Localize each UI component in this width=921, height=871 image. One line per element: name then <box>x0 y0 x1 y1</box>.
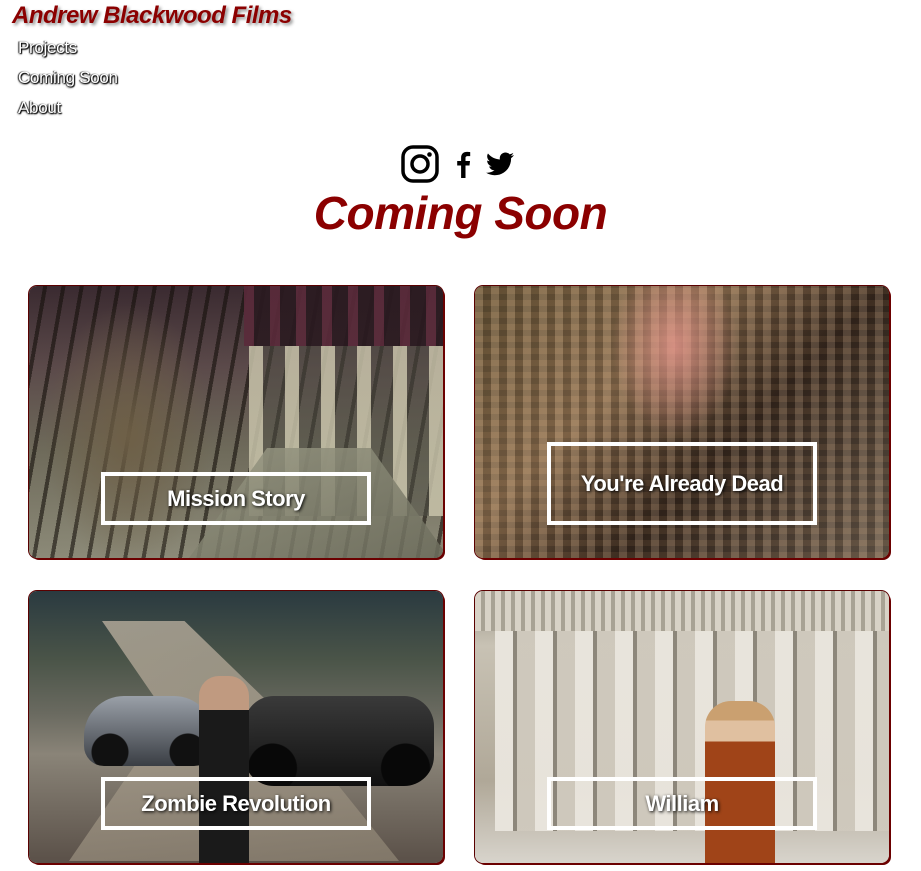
project-card-william[interactable]: William <box>475 591 889 863</box>
main-nav: Projects Coming Soon About <box>18 36 118 126</box>
project-card-mission-story[interactable]: Mission Story <box>29 286 443 558</box>
nav-item-about[interactable]: About <box>18 96 118 126</box>
project-title: William <box>547 777 817 830</box>
facebook-icon[interactable] <box>454 150 472 183</box>
nav-item-projects[interactable]: Projects <box>18 36 118 66</box>
nav-item-coming-soon[interactable]: Coming Soon <box>18 66 118 96</box>
project-title: Zombie Revolution <box>101 777 371 830</box>
twitter-icon[interactable] <box>486 152 514 181</box>
social-links <box>400 144 514 189</box>
project-title: Mission Story <box>101 472 371 525</box>
site-logo[interactable]: Andrew Blackwood Films <box>12 2 292 30</box>
project-card-zombie-revolution[interactable]: Zombie Revolution <box>29 591 443 863</box>
project-title: You're Already Dead <box>547 442 817 525</box>
page-title: Coming Soon <box>313 187 608 239</box>
project-card-youre-already-dead[interactable]: You're Already Dead <box>475 286 889 558</box>
instagram-icon[interactable] <box>400 144 440 189</box>
